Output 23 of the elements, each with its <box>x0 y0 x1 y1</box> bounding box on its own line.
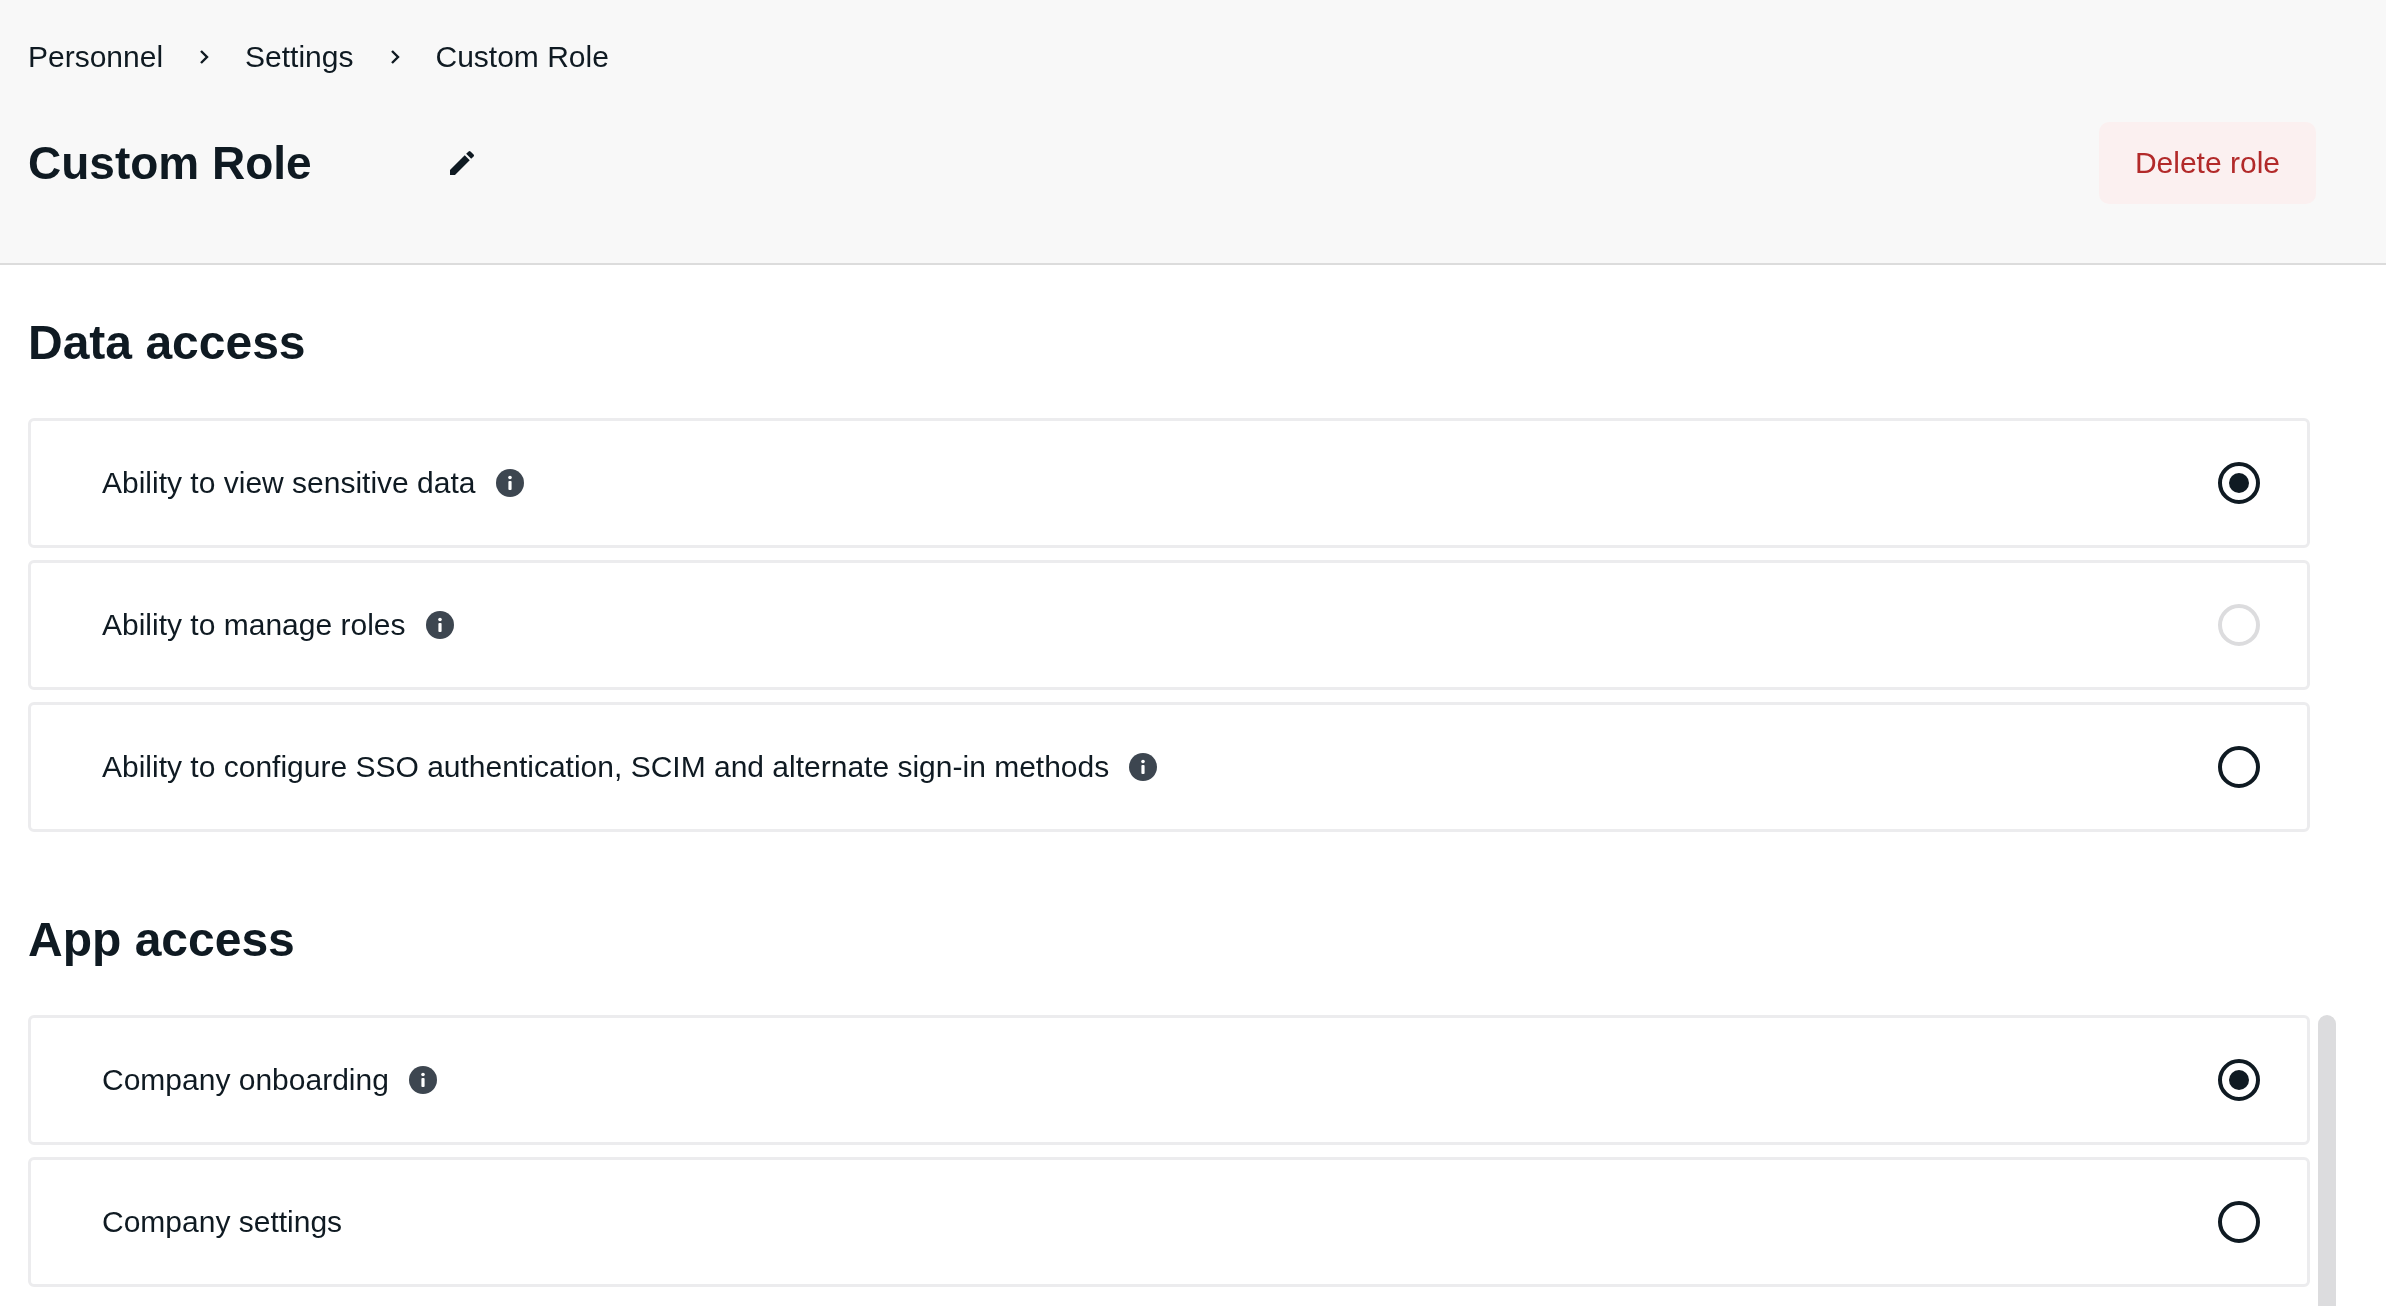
delete-role-button[interactable]: Delete role <box>2098 122 2316 204</box>
breadcrumb-link[interactable]: Personnel <box>28 40 164 74</box>
permission-label: Ability to configure SSO authentication, SCIM and alternate sign-in methods <box>102 750 1110 784</box>
section-heading: App access <box>28 912 296 967</box>
chevron-right-icon <box>199 49 210 65</box>
permission-label: Ability to view sensitive data <box>102 466 476 500</box>
permission-label: Company settings <box>102 1205 343 1239</box>
info-icon[interactable] <box>1129 753 1158 781</box>
permission-label: Company onboarding <box>102 1063 389 1097</box>
info-icon[interactable] <box>408 1066 437 1094</box>
page-title: Custom Role <box>28 136 313 190</box>
radio-button[interactable] <box>2218 1201 2260 1243</box>
breadcrumb-link[interactable]: Settings <box>245 40 354 74</box>
chevron-right-icon <box>389 49 400 65</box>
scrollbar[interactable] <box>2318 1015 2336 1306</box>
radio-button[interactable] <box>2218 746 2260 788</box>
breadcrumb-link[interactable]: Custom Role <box>435 40 609 74</box>
section-heading: Data access <box>28 315 307 370</box>
radio-button[interactable] <box>2218 462 2260 504</box>
radio-button[interactable] <box>2218 1059 2260 1101</box>
info-icon[interactable] <box>425 611 454 639</box>
permission-label: Ability to manage roles <box>102 608 406 642</box>
info-icon[interactable] <box>495 469 524 497</box>
